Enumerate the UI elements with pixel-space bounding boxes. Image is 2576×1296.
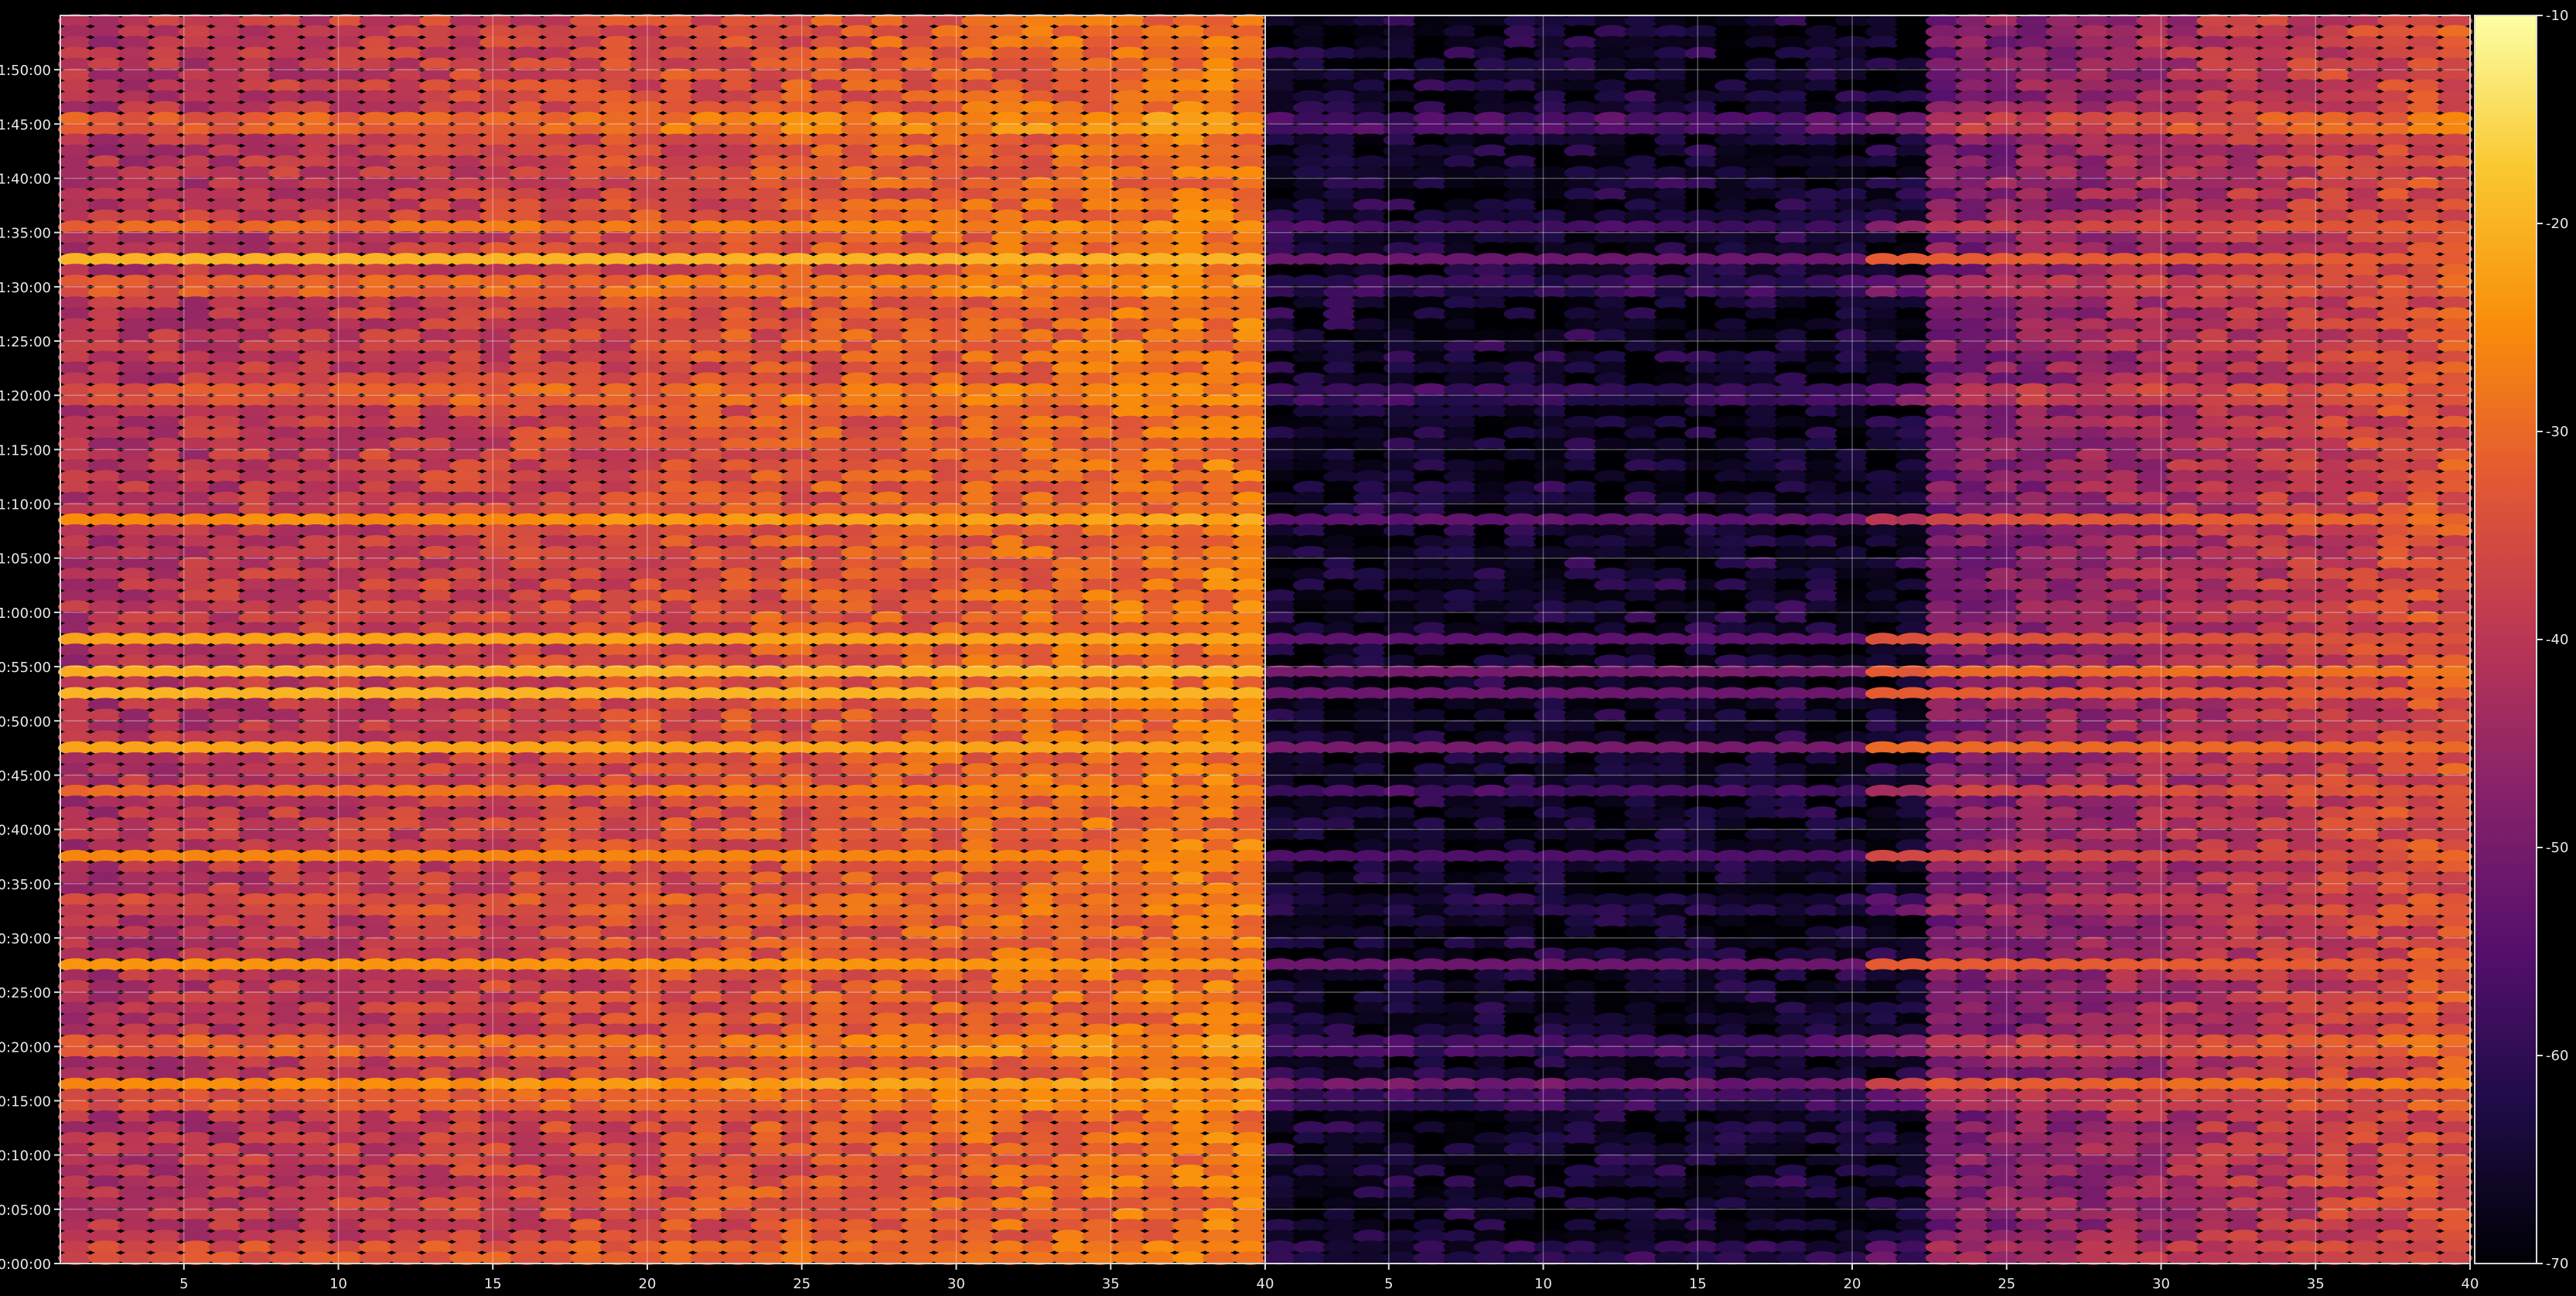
spectrogram-chart: 0:00:000:05:000:10:000:15:000:20:000:25:… [0,0,2576,1293]
spectrogram-figure: 0:00:00 0:05:00 0:10:00 0:15:00 0:20:00 0:25:… [0,0,2576,1293]
